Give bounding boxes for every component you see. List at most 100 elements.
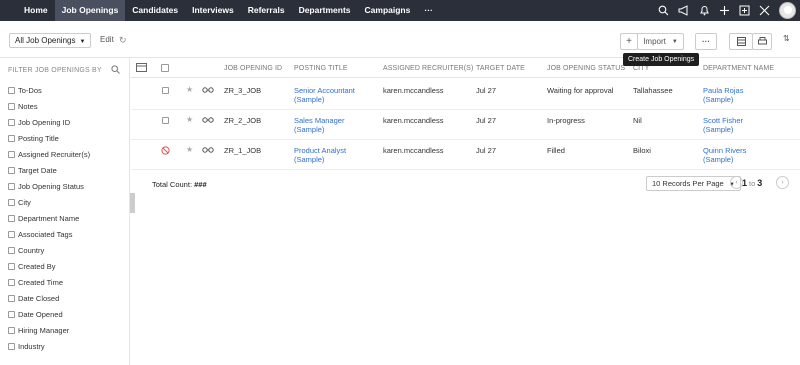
filter-checkbox[interactable]: [8, 246, 15, 254]
filter-item[interactable]: Target Date: [8, 164, 57, 176]
column-header[interactable]: CITY: [633, 65, 649, 72]
filter-checkbox[interactable]: [8, 102, 15, 110]
row-checkbox[interactable]: [162, 87, 169, 94]
nav-tab-5[interactable]: Departments: [292, 0, 358, 21]
column-header[interactable]: ASSIGNED RECRUITER(S): [383, 65, 473, 72]
filter-checkbox[interactable]: [8, 342, 15, 350]
refresh-icon[interactable]: ↻: [119, 35, 127, 46]
row-checkbox[interactable]: [162, 117, 169, 124]
nav-tab-1[interactable]: Job Openings: [54, 0, 126, 21]
cell-title[interactable]: Sales Manager (Sample): [294, 116, 374, 134]
avatar[interactable]: [779, 2, 796, 19]
filter-item[interactable]: Department Name: [8, 212, 79, 224]
records-per-page-select[interactable]: 10 Records Per Page ▼: [646, 176, 741, 191]
filter-checkbox[interactable]: [8, 310, 15, 318]
cell-title[interactable]: Senior Accountant (Sample): [294, 86, 374, 104]
filter-checkbox[interactable]: [8, 86, 15, 94]
filter-checkbox[interactable]: [8, 278, 15, 286]
column-header[interactable]: POSTING TITLE: [294, 65, 348, 72]
table-row[interactable]: ★ ZR_2_JOB Sales Manager (Sample) karen.mcc…: [131, 110, 800, 140]
nav-tab-4[interactable]: Referrals: [241, 0, 292, 21]
filter-item[interactable]: Job Opening ID: [8, 116, 70, 128]
filter-checkbox[interactable]: [8, 198, 15, 206]
column-header[interactable]: JOB OPENING ID: [224, 65, 282, 72]
filter-checkbox[interactable]: [8, 294, 15, 302]
plus-icon[interactable]: [719, 5, 730, 16]
cell-dept[interactable]: Scott Fisher (Sample): [703, 116, 773, 134]
view-selector[interactable]: All Job Openings ▼: [9, 33, 92, 48]
filter-item[interactable]: Job Opening Status: [8, 180, 84, 192]
filter-label: Associated Tags: [18, 229, 73, 239]
import-button[interactable]: Import ▼: [637, 33, 684, 50]
printer-icon: [757, 37, 767, 45]
filter-checkbox[interactable]: [8, 118, 15, 126]
filter-checkbox[interactable]: [8, 166, 15, 174]
column-header[interactable]: DEPARTMENT NAME: [703, 65, 774, 72]
column-header[interactable]: TARGET DATE: [476, 65, 525, 72]
filter-checkbox[interactable]: [8, 134, 15, 142]
filter-item[interactable]: Notes: [8, 100, 38, 112]
navbar-icons: [658, 0, 796, 21]
page-to: 3: [757, 178, 763, 188]
search-icon[interactable]: [658, 5, 669, 16]
nav-tab-3[interactable]: Interviews: [185, 0, 241, 21]
filter-item[interactable]: Date Closed: [8, 292, 59, 304]
filter-item[interactable]: Date Opened: [8, 308, 63, 320]
sort-icon[interactable]: ⇅: [783, 34, 790, 43]
select-all-checkbox[interactable]: [161, 64, 169, 72]
glasses-icon[interactable]: [202, 87, 214, 93]
nav-tab-6[interactable]: Campaigns: [358, 0, 418, 21]
filter-item[interactable]: Hiring Manager: [8, 324, 69, 336]
table-row[interactable]: ★ ZR_3_JOB Senior Accountant (Sample) karen…: [131, 80, 800, 110]
filter-item[interactable]: Associated Tags: [8, 228, 72, 240]
filter-label: Target Date: [18, 165, 57, 175]
cell-recruiter: karen.mccandless: [383, 146, 444, 155]
tools-icon[interactable]: [759, 5, 770, 16]
filter-checkbox[interactable]: [8, 182, 15, 190]
star-icon[interactable]: ★: [186, 115, 193, 124]
filter-item[interactable]: Country: [8, 244, 44, 256]
more-actions-button[interactable]: ···: [695, 33, 717, 50]
star-icon[interactable]: ★: [186, 85, 193, 94]
total-count-label: Total Count:: [152, 180, 193, 189]
prev-page-icon[interactable]: ‹: [730, 176, 743, 189]
filter-checkbox[interactable]: [8, 214, 15, 222]
filter-item[interactable]: To-Dos: [8, 84, 42, 96]
chevron-down-icon: ▼: [671, 38, 678, 45]
next-page-icon[interactable]: ›: [776, 176, 789, 189]
filter-checkbox[interactable]: [8, 262, 15, 270]
filter-item[interactable]: Posting Title: [8, 132, 59, 144]
filter-checkbox[interactable]: [8, 150, 15, 158]
nav-tab-2[interactable]: Candidates: [125, 0, 185, 21]
table-view-button[interactable]: [729, 33, 753, 50]
print-button[interactable]: [752, 33, 772, 50]
table-row[interactable]: ★ ZR_1_JOB Product Analyst (Sample) karen.m…: [131, 140, 800, 170]
column-settings-icon[interactable]: [136, 63, 147, 72]
filter-item[interactable]: Created By: [8, 260, 56, 272]
filter-checkbox[interactable]: [8, 230, 15, 238]
megaphone-icon[interactable]: [678, 5, 690, 16]
import-label: Import: [643, 37, 666, 46]
filter-item[interactable]: Assigned Recruiter(s): [8, 148, 90, 160]
sidebar-splitter[interactable]: [130, 193, 135, 213]
glasses-icon[interactable]: [202, 117, 214, 123]
column-header[interactable]: JOB OPENING STATUS: [547, 65, 625, 72]
nav-tab-7[interactable]: ···: [417, 0, 440, 21]
cell-dept[interactable]: Quinn Rivers (Sample): [703, 146, 773, 164]
add-box-icon[interactable]: [739, 5, 750, 16]
filter-item[interactable]: City: [8, 196, 31, 208]
bell-icon[interactable]: [699, 5, 710, 16]
cell-status: Filled: [547, 146, 565, 155]
filter-item[interactable]: Industry: [8, 340, 45, 352]
search-icon[interactable]: [111, 65, 120, 74]
create-button[interactable]: +: [620, 33, 638, 50]
star-icon[interactable]: ★: [186, 145, 193, 154]
nav-tab-0[interactable]: Home: [17, 0, 55, 21]
filter-item[interactable]: Created Time: [8, 276, 63, 288]
cell-dept[interactable]: Paula Rojas (Sample): [703, 86, 773, 104]
glasses-icon[interactable]: [202, 147, 214, 153]
cell-title[interactable]: Product Analyst (Sample): [294, 146, 374, 164]
filter-label: To-Dos: [18, 85, 42, 95]
filter-checkbox[interactable]: [8, 326, 15, 334]
edit-view-link[interactable]: Edit: [100, 35, 114, 44]
